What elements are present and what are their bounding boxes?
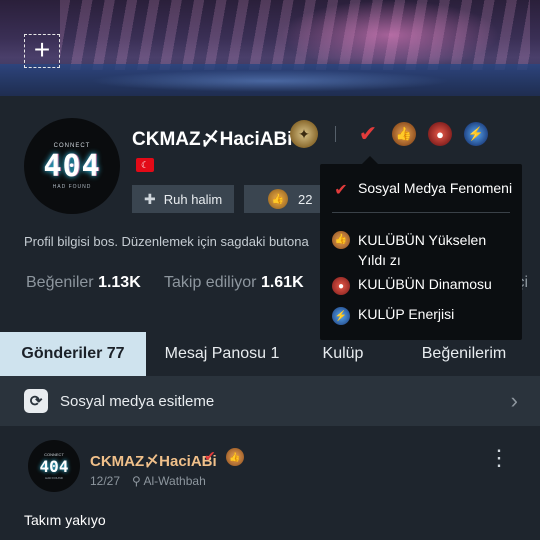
tooltip-item-label: Sosyal Medya Fenomeni [358, 180, 513, 196]
tooltip-item: 👍 KULÜBÜN Yükselen Yıldı zı [332, 230, 514, 270]
tab-message-board[interactable]: Mesaj Panosu 1 [146, 332, 298, 376]
likes-stat-label: Beğeniler [26, 274, 94, 291]
more-vertical-icon[interactable]: ⋮ [488, 447, 510, 469]
club-energy-icon: ⚡ [332, 307, 350, 325]
sync-icon: ⟳ [24, 389, 48, 413]
location-pin-icon: ⚲ [132, 474, 141, 488]
post-location-label: Al-Wathbah [143, 474, 206, 488]
add-banner-button[interactable]: + [24, 34, 60, 68]
avatar-text-main: 404 [39, 457, 69, 476]
profile-name: CKMAZ〆HaciABi [132, 129, 293, 150]
likes-stat-value: 1.13K [98, 274, 141, 291]
avatar-text-bottom: HAD FOUND [52, 183, 92, 190]
turkey-flag-icon: ☾ [136, 158, 154, 172]
rank-emblem-icon[interactable]: ✦ [290, 120, 318, 148]
tooltip-divider [332, 212, 510, 213]
tooltip-item-label: KULÜBÜN Dinamosu [358, 276, 492, 292]
profile-stats: Beğeniler 1.13K Takip ediliyor 1.61K tçi [26, 274, 528, 292]
post-location: ⚲ Al-Wathbah [132, 474, 206, 488]
club-dynamo-icon: ● [332, 277, 350, 295]
club-rising-star-icon: 👍 [226, 448, 244, 466]
post-meta: 12/27 ⚲ Al-Wathbah [90, 474, 206, 488]
mood-label: Ruh halim [163, 191, 223, 207]
social-media-sync-row[interactable]: ⟳ Sosyal medya esitleme › [0, 376, 540, 426]
verified-icon[interactable]: ✔ [356, 121, 380, 146]
tooltip-item: ⚡ KULÜP Enerjisi [332, 306, 454, 325]
club-rising-star-icon[interactable]: 👍 [392, 122, 416, 146]
tooltip-item: ✔ Sosyal Medya Fenomeni [332, 180, 512, 199]
tooltip-item: ● KULÜBÜN Dinamosu [332, 276, 492, 295]
avatar-text-main: 404 [43, 148, 101, 184]
tooltip-item-label: KULÜBÜN Yükselen Yıldı zı [358, 232, 487, 268]
post-author-name[interactable]: CKMAZ〆HaciABi [90, 450, 217, 471]
profile-bio: Profil bilgisi bos. Düzenlemek için sagd… [24, 234, 309, 249]
plus-icon: + [33, 34, 51, 65]
tab-posts[interactable]: Gönderiler 77 [0, 332, 146, 376]
post-date: 12/27 [90, 474, 121, 488]
banner-glow [280, 0, 500, 70]
verified-icon: ✔ [334, 182, 348, 199]
club-energy-icon[interactable]: ⚡ [464, 122, 488, 146]
avatar-text-bottom: HAD FOUND [45, 476, 63, 480]
profile-banner: + [0, 0, 540, 96]
post-author-avatar[interactable]: CONNECT 404 HAD FOUND [28, 440, 80, 492]
likes-count: 22 [298, 191, 313, 207]
banner-floor-light [90, 70, 450, 92]
thumbs-up-icon: 👍 [268, 189, 288, 209]
verified-icon: ✔ [204, 448, 216, 464]
divider [335, 126, 336, 142]
mood-button[interactable]: ✚ Ruh halim [132, 185, 234, 213]
mood-icon: ✚ [144, 190, 156, 207]
following-stat[interactable]: Takip ediliyor 1.61K [164, 274, 304, 292]
following-stat-value: 1.61K [260, 274, 304, 291]
avatar[interactable]: CONNECT 404 HAD FOUND [24, 118, 120, 214]
likes-button[interactable]: 👍 22 [244, 185, 324, 213]
post-item: CONNECT 404 HAD FOUND CKMAZ〆HaciABi ✔ 👍 … [0, 426, 540, 540]
tooltip-item-label: KULÜP Enerjisi [358, 306, 455, 322]
post-text: Takım yakıyo [24, 512, 106, 528]
following-stat-label: Takip ediliyor [164, 274, 257, 291]
badge-tooltip: ✔ Sosyal Medya Fenomeni 👍 KULÜBÜN Yüksel… [320, 156, 522, 340]
club-rising-star-icon: 👍 [332, 231, 350, 249]
sync-label: Sosyal medya esitleme [60, 392, 215, 410]
chevron-right-icon: › [510, 388, 518, 413]
club-dynamo-icon[interactable]: ● [428, 122, 452, 146]
